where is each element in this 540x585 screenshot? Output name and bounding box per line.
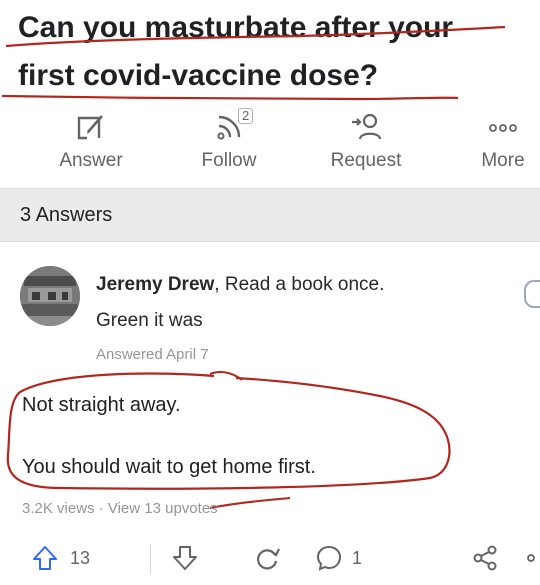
upvote-button[interactable]: 13 [30,540,90,576]
share-icon [473,545,497,571]
avatar-photo [20,266,80,326]
author-name[interactable]: Jeremy Drew [96,274,214,295]
answered-date[interactable]: Answered April 7 [96,346,209,363]
answer-button[interactable]: Answer [36,110,146,176]
follow-button[interactable]: 2 Follow [174,108,284,176]
author-credential: , Read a book once. [214,274,385,295]
vote-divider [150,544,151,574]
question-title[interactable]: Can you masturbate after your first covi… [18,4,518,100]
comment-button[interactable]: 1 [314,540,362,576]
more-dots-icon [489,124,517,132]
follow-count-badge: 2 [238,108,254,124]
overflow-menu-button[interactable] [524,540,538,576]
downvote-arrow-icon [173,546,197,570]
answers-count-header: 3 Answers [0,188,540,242]
vote-bar: 13 1 [0,534,540,584]
downvote-button[interactable] [170,540,200,576]
follow-author-button-edge[interactable] [524,280,540,308]
share-button[interactable] [470,540,500,576]
upvote-count: 13 [70,547,91,568]
avatar[interactable] [20,266,80,326]
upvote-arrow-icon [33,546,57,570]
edit-icon [77,115,103,140]
answer-body-line-2: You should wait to get home first. [22,456,316,478]
follow-label: Follow [201,150,257,171]
overflow-dot-icon [527,554,535,562]
comment-bubble-icon [316,545,342,571]
question-title-line-1: Can you masturbate after your [18,11,454,44]
request-button[interactable]: Request [311,110,421,176]
author-credential-line-2: Green it was [96,310,203,331]
share-reshare-button[interactable] [252,540,282,576]
request-user-icon [352,113,382,140]
answer-card: Jeremy Drew, Read a book once. Green it … [0,244,540,585]
more-button[interactable]: More [448,110,540,176]
answer-stats[interactable]: 3.2K views · View 13 upvotes [22,500,218,517]
reshare-icon [257,548,280,570]
question-title-line-2: first covid-vaccine dose? [18,59,379,92]
more-label: More [481,150,525,171]
request-label: Request [330,150,402,171]
question-actions: Answer 2 Follow Request More [0,108,540,180]
author-line: Jeremy Drew, Read a book once. [96,274,384,296]
answers-count-label: 3 Answers [20,203,113,226]
comment-count: 1 [352,547,363,568]
answer-label: Answer [59,150,123,171]
answer-body-line-1: Not straight away. [22,394,181,416]
